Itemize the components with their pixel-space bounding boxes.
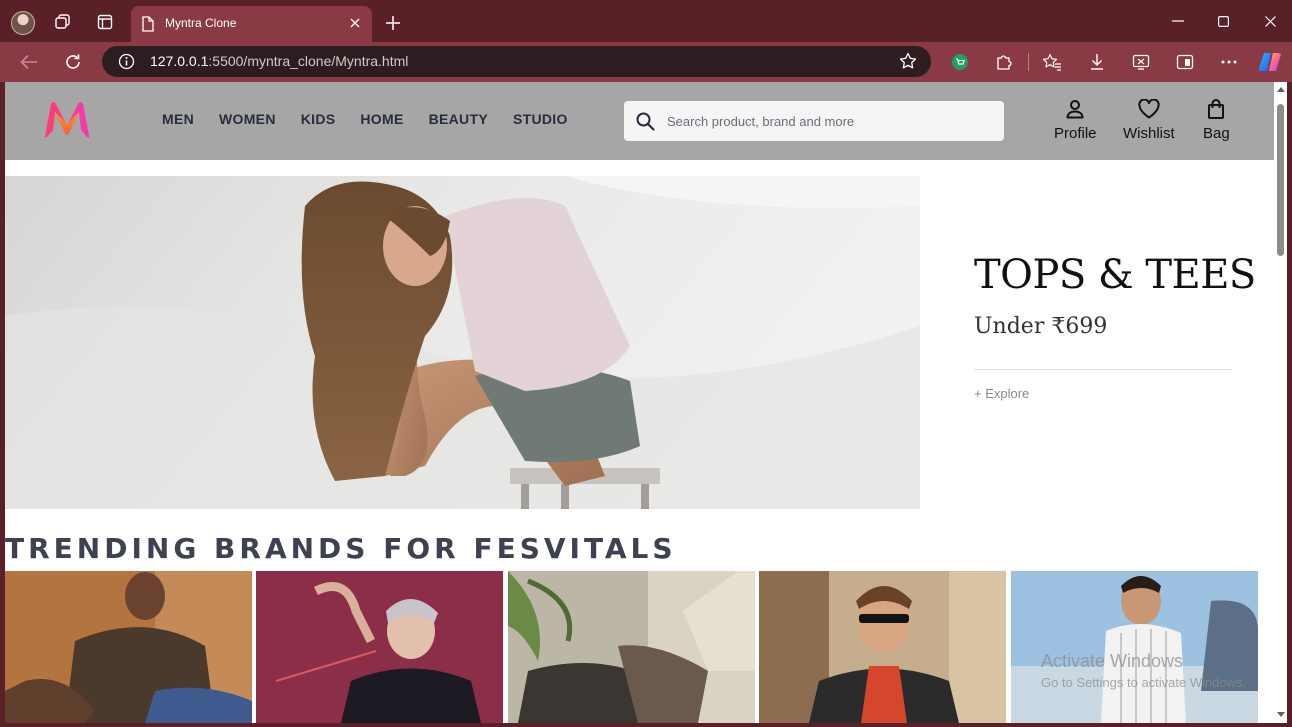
maximize-icon[interactable] [1208, 6, 1238, 36]
star-icon[interactable] [899, 52, 917, 74]
browser-title-bar: Myntra Clone [0, 0, 1292, 42]
search-bar [624, 101, 1004, 141]
search-input[interactable] [667, 101, 997, 141]
new-tab-button[interactable] [382, 12, 404, 34]
browser-toolbar: 127.0.0.1:5500/myntra_clone/Myntra.html [0, 42, 1292, 82]
nav-home[interactable]: HOME [360, 111, 403, 127]
hero-title: TOPS & TEES [974, 252, 1256, 298]
user-icon [1065, 99, 1085, 123]
close-window-icon[interactable] [1255, 6, 1285, 36]
puzzle-icon[interactable] [992, 50, 1016, 74]
browser-tab[interactable]: Myntra Clone [131, 6, 372, 42]
brand-card[interactable] [759, 571, 1006, 723]
workspaces-icon[interactable] [51, 10, 75, 34]
address-bar[interactable]: 127.0.0.1:5500/myntra_clone/Myntra.html [102, 46, 931, 77]
brand-card[interactable] [5, 571, 252, 723]
minimize-icon[interactable] [1163, 6, 1193, 36]
page-scrollbar[interactable] [1274, 82, 1287, 723]
url-host: 127.0.0.1 [150, 53, 209, 69]
trending-brands-heading: TRENDING BRANDS FOR FESVITALS [5, 532, 677, 565]
nav-women[interactable]: WOMEN [219, 111, 276, 127]
myntra-logo[interactable] [41, 100, 93, 138]
brand-card[interactable] [256, 571, 503, 723]
close-tab-icon[interactable] [346, 14, 364, 32]
brand-card[interactable] [1011, 571, 1258, 723]
more-icon[interactable] [1217, 50, 1241, 74]
bag-icon [1207, 99, 1225, 123]
browser-profile-avatar[interactable] [11, 11, 35, 35]
explore-link[interactable]: + Explore [974, 386, 1234, 401]
copilot-icon[interactable] [1258, 50, 1282, 74]
scroll-up-arrow-icon[interactable] [1277, 87, 1285, 92]
toolbar-divider [1028, 53, 1029, 71]
shopping-extension-icon[interactable] [948, 50, 972, 74]
screenshot-icon[interactable] [1129, 50, 1153, 74]
site-header: MEN WOMEN KIDS HOME BEAUTY STUDIO Profil… [5, 82, 1274, 160]
heart-icon [1138, 98, 1160, 123]
nav-beauty[interactable]: BEAUTY [429, 111, 488, 127]
back-arrow-icon[interactable] [17, 50, 41, 74]
search-icon[interactable] [636, 112, 655, 135]
nav-kids[interactable]: KIDS [301, 111, 336, 127]
page-icon [141, 16, 155, 36]
bag-button[interactable]: Bag [1203, 99, 1230, 142]
scroll-thumb[interactable] [1277, 104, 1284, 256]
wishlist-button[interactable]: Wishlist [1123, 98, 1175, 142]
brand-card[interactable] [508, 571, 755, 723]
tab-title: Myntra Clone [165, 16, 237, 30]
nav-studio[interactable]: STUDIO [513, 111, 568, 127]
nav-men[interactable]: MEN [162, 111, 194, 127]
favorites-icon[interactable] [1040, 50, 1064, 74]
bag-label: Bag [1203, 125, 1230, 142]
scroll-down-arrow-icon[interactable] [1277, 712, 1285, 717]
trending-brands-row [5, 571, 1274, 723]
split-screen-icon[interactable] [1173, 50, 1197, 74]
hero-subtitle: Under ₹699 [974, 314, 1108, 339]
url-text[interactable]: 127.0.0.1:5500/myntra_clone/Myntra.html [150, 53, 408, 69]
hero-divider [974, 369, 1232, 370]
profile-label: Profile [1054, 125, 1097, 142]
page-viewport: MEN WOMEN KIDS HOME BEAUTY STUDIO Profil… [5, 82, 1287, 723]
info-icon[interactable] [118, 53, 135, 74]
profile-button[interactable]: Profile [1054, 99, 1097, 142]
wishlist-label: Wishlist [1123, 125, 1175, 142]
hero-copy: TOPS & TEES Under ₹699 + Explore [974, 252, 1256, 401]
vertical-tabs-icon[interactable] [93, 10, 117, 34]
download-icon[interactable] [1085, 50, 1109, 74]
hero-banner-image[interactable] [5, 176, 920, 509]
reload-icon[interactable] [61, 50, 85, 74]
main-nav: MEN WOMEN KIDS HOME BEAUTY STUDIO [162, 111, 593, 127]
url-path: :5500/myntra_clone/Myntra.html [208, 53, 409, 69]
